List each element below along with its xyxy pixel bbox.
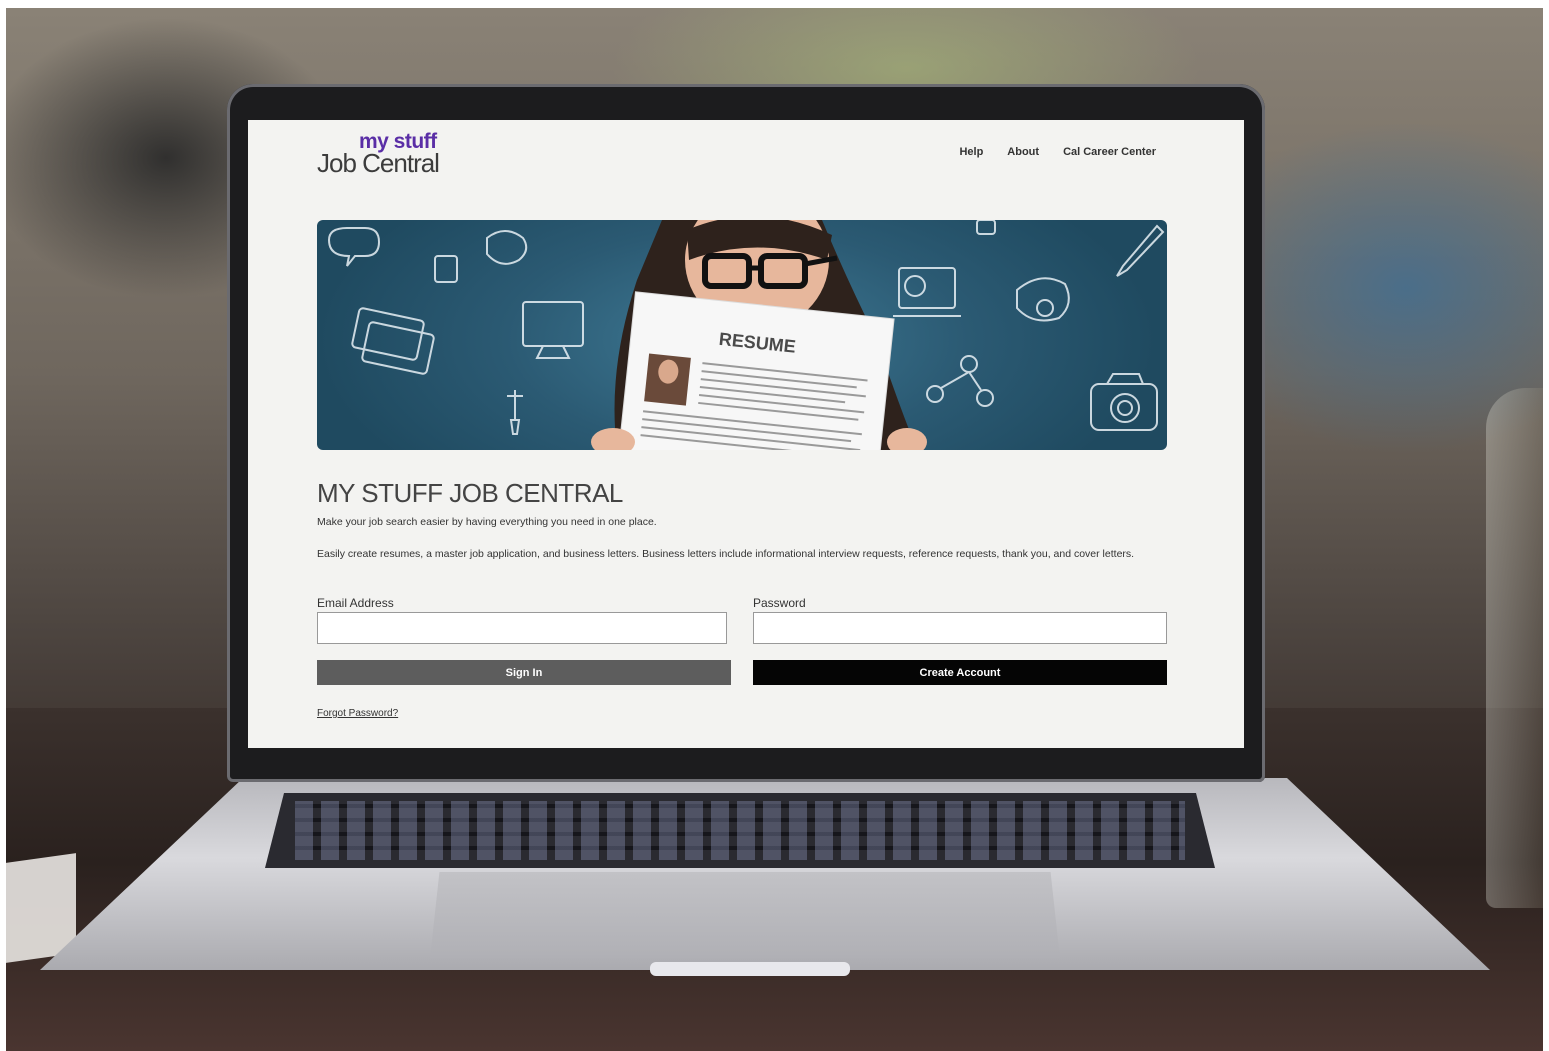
description-text: Easily create resumes, a master job appl… — [317, 548, 1135, 560]
laptop-keyboard — [265, 793, 1215, 868]
email-label: Email Address — [317, 596, 394, 610]
intro-text: Make your job search easier by having ev… — [317, 516, 657, 528]
laptop-trackpad — [430, 872, 1060, 958]
network-people-icon — [960, 355, 978, 373]
piggy-bank-icon — [486, 230, 528, 265]
pencil-icon — [1116, 224, 1165, 277]
forgot-password-link[interactable]: Forgot Password? — [317, 708, 398, 719]
password-label: Password — [753, 596, 806, 610]
hero-illustration: RESUME — [327, 220, 1165, 450]
camera-icon — [1090, 383, 1158, 431]
sign-in-button[interactable]: Sign In — [317, 660, 731, 685]
hero-banner: RESUME — [317, 220, 1167, 450]
resume-paper: RESUME — [618, 291, 895, 450]
chat-bubble-icon — [327, 227, 381, 267]
logo-text-bottom: Job Central — [317, 148, 440, 178]
site-logo[interactable]: my stuff Job Central — [317, 130, 457, 190]
glass-bottle — [1486, 388, 1543, 908]
keyboard-keys — [295, 801, 1185, 860]
tools-icon — [507, 390, 523, 435]
top-nav: Help About Cal Career Center — [959, 146, 1156, 158]
nav-cal-career-center-link[interactable]: Cal Career Center — [1063, 146, 1156, 158]
laptop-screen: my stuff Job Central Help About Cal Care… — [248, 120, 1244, 748]
monitor-icon — [522, 301, 584, 347]
jar-icon — [434, 255, 458, 283]
laptop-front-notch — [650, 962, 850, 976]
nav-about-link[interactable]: About — [1007, 146, 1039, 158]
page-title: MY STUFF JOB CENTRAL — [317, 478, 623, 508]
create-account-button[interactable]: Create Account — [753, 660, 1167, 685]
nav-help-link[interactable]: Help — [959, 146, 983, 158]
laptop-doodle-icon — [898, 267, 956, 309]
email-field[interactable] — [317, 612, 727, 644]
password-field[interactable] — [753, 612, 1167, 644]
